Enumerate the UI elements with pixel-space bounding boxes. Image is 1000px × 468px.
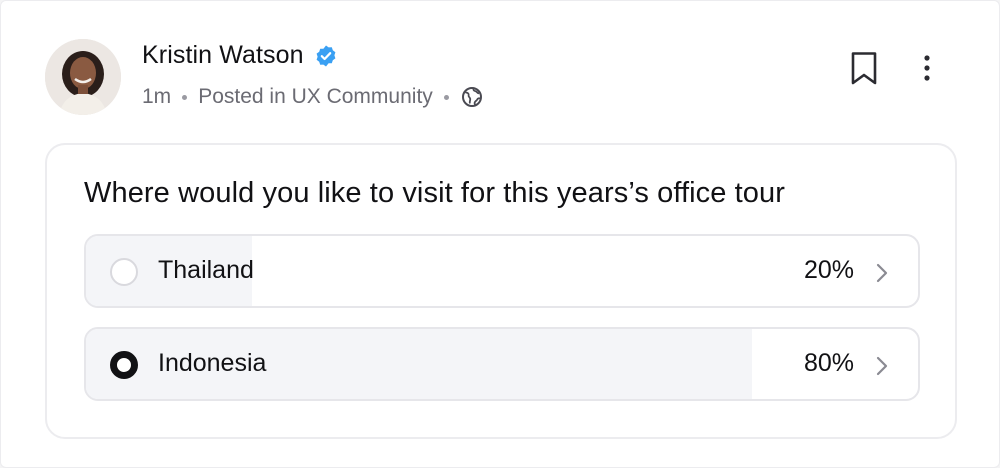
avatar[interactable] [45, 39, 121, 115]
poll-question: Where would you like to visit for this y… [84, 177, 786, 209]
globe-icon [461, 87, 482, 107]
post-community[interactable]: Posted in UX Community [198, 85, 433, 109]
poll-option-thailand[interactable]: Thailand 20% [84, 234, 920, 308]
separator-dot [182, 94, 188, 100]
poll-option-label: Indonesia [158, 349, 267, 377]
author-name[interactable]: Kristin Watson [142, 41, 304, 70]
post-card: Kristin Watson 1m Posted in UX Community… [0, 0, 1000, 468]
chevron-right-icon [876, 263, 888, 283]
bookmark-icon[interactable] [847, 49, 881, 87]
chevron-right-icon [876, 356, 888, 376]
radio-selected[interactable] [110, 351, 138, 379]
verified-badge-icon [316, 45, 336, 66]
post-meta: 1m Posted in UX Community [142, 85, 484, 109]
poll-option-percent: 20% [803, 256, 854, 284]
poll-option-percent: 80% [803, 349, 854, 377]
avatar-image [45, 39, 121, 115]
poll-card: Where would you like to visit for this y… [45, 143, 957, 439]
poll-option-label: Thailand [158, 256, 254, 284]
author-row: Kristin Watson [142, 41, 338, 70]
poll-option-indonesia[interactable]: Indonesia 80% [84, 327, 920, 401]
more-vertical-icon[interactable] [913, 51, 941, 85]
post-time: 1m [142, 85, 172, 108]
radio-unselected[interactable] [110, 258, 138, 286]
separator-dot [443, 94, 449, 100]
